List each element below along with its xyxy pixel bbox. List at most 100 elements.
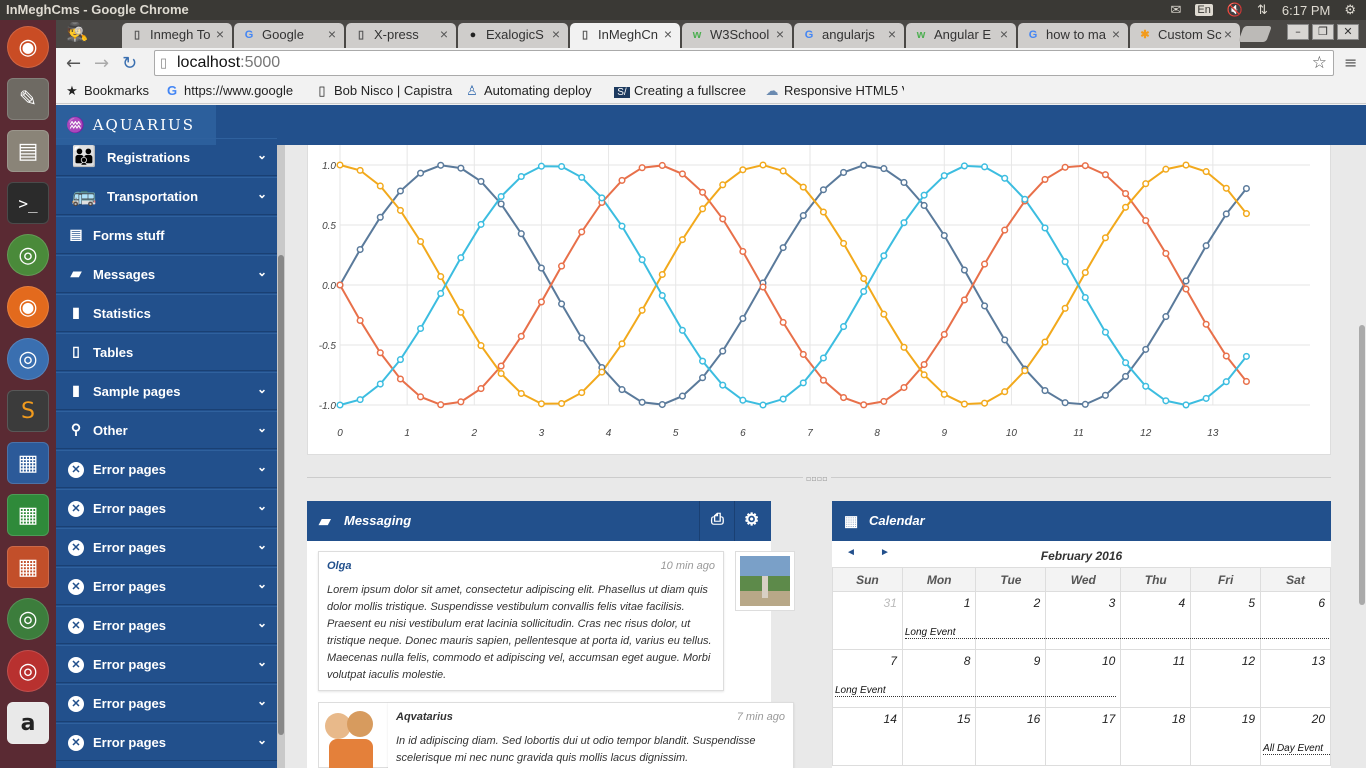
bookmark-item[interactable]: ★ Bookmarks	[64, 83, 164, 99]
address-bar[interactable]: ▯ localhost:5000 ☆	[154, 50, 1334, 76]
calendar-day[interactable]: 16	[975, 707, 1047, 766]
firefox-icon[interactable]: ◉	[7, 286, 49, 328]
calendar-day[interactable]: 8	[901, 649, 977, 708]
calendar-day[interactable]: 1 Long Event	[901, 591, 1329, 650]
sidebar-item-error-pages[interactable]: ✕ Error pages ⌄	[56, 528, 277, 566]
bookmark-item[interactable]: S/Creating a fullscree	[614, 83, 754, 98]
avatar[interactable]	[735, 551, 795, 611]
calendar-day[interactable]: 11	[1120, 649, 1192, 708]
reload-icon[interactable]: ↻	[122, 53, 137, 74]
bookmark-star-icon[interactable]: ☆	[1312, 53, 1327, 73]
back-arrow-icon[interactable]: ←	[66, 53, 81, 74]
tab-6[interactable]: w W3School ×	[682, 23, 792, 48]
calendar-day[interactable]: 14	[832, 707, 903, 766]
paperclip-icon[interactable]: ⎙	[711, 511, 724, 529]
sidebar-item-error-pages[interactable]: ✕ Error pages ⌄	[56, 489, 277, 527]
bookmark-item[interactable]: ▯ Bob Nisco | Capistra	[314, 83, 454, 99]
calendar-day[interactable]: 12	[1190, 649, 1262, 708]
sidebar-item-statistics[interactable]: ▮ Statistics	[56, 294, 277, 332]
close-tab-icon[interactable]: ×	[888, 26, 896, 42]
clock[interactable]: 6:17 PM	[1282, 3, 1330, 18]
sidebar-item-error-pages[interactable]: ✕ Error pages ⌄	[56, 684, 277, 722]
libreoffice-calc-icon[interactable]: ▦	[7, 494, 49, 536]
chrome-active-icon[interactable]: ◎	[7, 650, 49, 692]
terminal-icon[interactable]: >_	[7, 182, 49, 224]
sidebar-item-transportation[interactable]: 🚌 Transportation ⌄	[56, 177, 277, 215]
calendar-day[interactable]: 20 All Day Event	[1260, 707, 1331, 766]
calendar-day[interactable]: 17	[1045, 707, 1122, 766]
sublime-text-icon[interactable]: S	[7, 390, 49, 432]
close-tab-icon[interactable]: ×	[1112, 26, 1120, 42]
tab-8[interactable]: w Angular E ×	[906, 23, 1016, 48]
sidebar-scrollbar-thumb[interactable]	[278, 255, 284, 735]
ubuntu-dash-icon[interactable]: ◉	[7, 26, 49, 68]
bookmark-item[interactable]: Ghttps://www.google	[164, 83, 304, 98]
tab-3[interactable]: ▯ X-press ×	[346, 23, 456, 48]
close-tab-icon[interactable]: ×	[440, 26, 448, 42]
calendar-day[interactable]: 9	[975, 649, 1047, 708]
email-icon[interactable]: ✉	[1170, 2, 1181, 18]
avatar[interactable]	[318, 702, 390, 768]
drag-grip-icon[interactable]: ▫▫▫▫	[803, 474, 831, 483]
tab-10[interactable]: ✱ Custom Sc ×	[1130, 23, 1240, 48]
tab-4[interactable]: ● ExalogicS ×	[458, 23, 568, 48]
volume-icon[interactable]: 🔇	[1227, 2, 1243, 18]
new-tab-button[interactable]	[1238, 26, 1272, 42]
maximize-button[interactable]: ❐	[1312, 24, 1334, 40]
panel-splitter[interactable]: ▫▫▫▫	[307, 474, 1331, 483]
files-icon[interactable]: ▤	[7, 130, 49, 172]
chromium-icon[interactable]: ◎	[7, 338, 49, 380]
calendar-day[interactable]: 19	[1190, 707, 1262, 766]
sidebar-item-tables[interactable]: ▯ Tables	[56, 333, 277, 371]
page-scrollbar-thumb[interactable]	[1359, 325, 1365, 605]
tab-7[interactable]: Gangularjs ×	[794, 23, 904, 48]
chrome-icon-2[interactable]: ◎	[7, 598, 49, 640]
message-author[interactable]: Olga	[327, 560, 351, 572]
tab-1[interactable]: ▯ Inmegh To ×	[122, 23, 232, 48]
calendar-day[interactable]: 15	[901, 707, 977, 766]
gear-icon[interactable]: ⚙	[744, 510, 759, 530]
sidebar-item-other[interactable]: ⚲ Other ⌄	[56, 411, 277, 449]
sidebar-item-messages[interactable]: ▰ Messages ⌄	[56, 255, 277, 293]
calendar-day[interactable]: 4	[1120, 591, 1192, 650]
minimize-button[interactable]: –	[1287, 24, 1309, 40]
calendar-day[interactable]: 6	[1260, 591, 1331, 650]
sidebar-item-error-pages[interactable]: ✕ Error pages ⌄	[56, 723, 277, 761]
close-tab-icon[interactable]: ×	[776, 26, 784, 42]
page-scrollbar[interactable]	[1358, 145, 1366, 768]
sidebar-item-sample-pages[interactable]: ▮ Sample pages ⌄	[56, 372, 277, 410]
forward-arrow-icon[interactable]: →	[94, 53, 109, 74]
close-tab-icon[interactable]: ×	[328, 26, 336, 42]
sidebar-item-forms-stuff[interactable]: ▤ Forms stuff	[56, 216, 277, 254]
close-tab-icon[interactable]: ×	[1000, 26, 1008, 42]
power-gear-icon[interactable]: ⚙	[1344, 2, 1356, 18]
chrome-menu-icon[interactable]: ≡	[1344, 53, 1357, 72]
close-tab-icon[interactable]: ×	[1224, 26, 1232, 42]
calendar-day[interactable]: 18	[1120, 707, 1192, 766]
close-tab-icon[interactable]: ×	[216, 26, 224, 42]
calendar-day[interactable]: 7 Long Event	[832, 649, 1117, 708]
tab-5[interactable]: ▯ InMeghCn ×	[570, 23, 680, 48]
message-author[interactable]: Aqvatarius	[396, 711, 453, 723]
text-editor-icon[interactable]: ✎	[7, 78, 49, 120]
keyboard-language[interactable]: En	[1195, 4, 1213, 16]
libreoffice-writer-icon[interactable]: ▦	[7, 442, 49, 484]
calendar-day[interactable]: 3	[1045, 591, 1122, 650]
close-tab-icon[interactable]: ×	[664, 26, 672, 42]
tab-2[interactable]: G Google ×	[234, 23, 344, 48]
close-window-button[interactable]: ✕	[1337, 24, 1359, 40]
sidebar-item-error-pages[interactable]: ✕ Error pages ⌄	[56, 567, 277, 605]
network-icon[interactable]: ⇅	[1257, 2, 1268, 18]
calendar-day[interactable]: 31	[832, 591, 903, 650]
sidebar-item-error-pages[interactable]: ✕ Error pages ⌄	[56, 645, 277, 683]
chrome-icon[interactable]: ◎	[7, 234, 49, 276]
calendar-day[interactable]: 2	[975, 591, 1047, 650]
tab-9[interactable]: Ghow to ma ×	[1018, 23, 1128, 48]
sidebar-scrollbar[interactable]	[277, 145, 285, 768]
bookmark-item[interactable]: ☁ Responsive HTML5 V	[764, 83, 905, 99]
sidebar-item-error-pages[interactable]: ✕ Error pages ⌄	[56, 450, 277, 488]
sidebar-item-error-pages[interactable]: ✕ Error pages ⌄	[56, 606, 277, 644]
calendar-day[interactable]: 13	[1260, 649, 1331, 708]
libreoffice-impress-icon[interactable]: ▦	[7, 546, 49, 588]
close-tab-icon[interactable]: ×	[552, 26, 560, 42]
